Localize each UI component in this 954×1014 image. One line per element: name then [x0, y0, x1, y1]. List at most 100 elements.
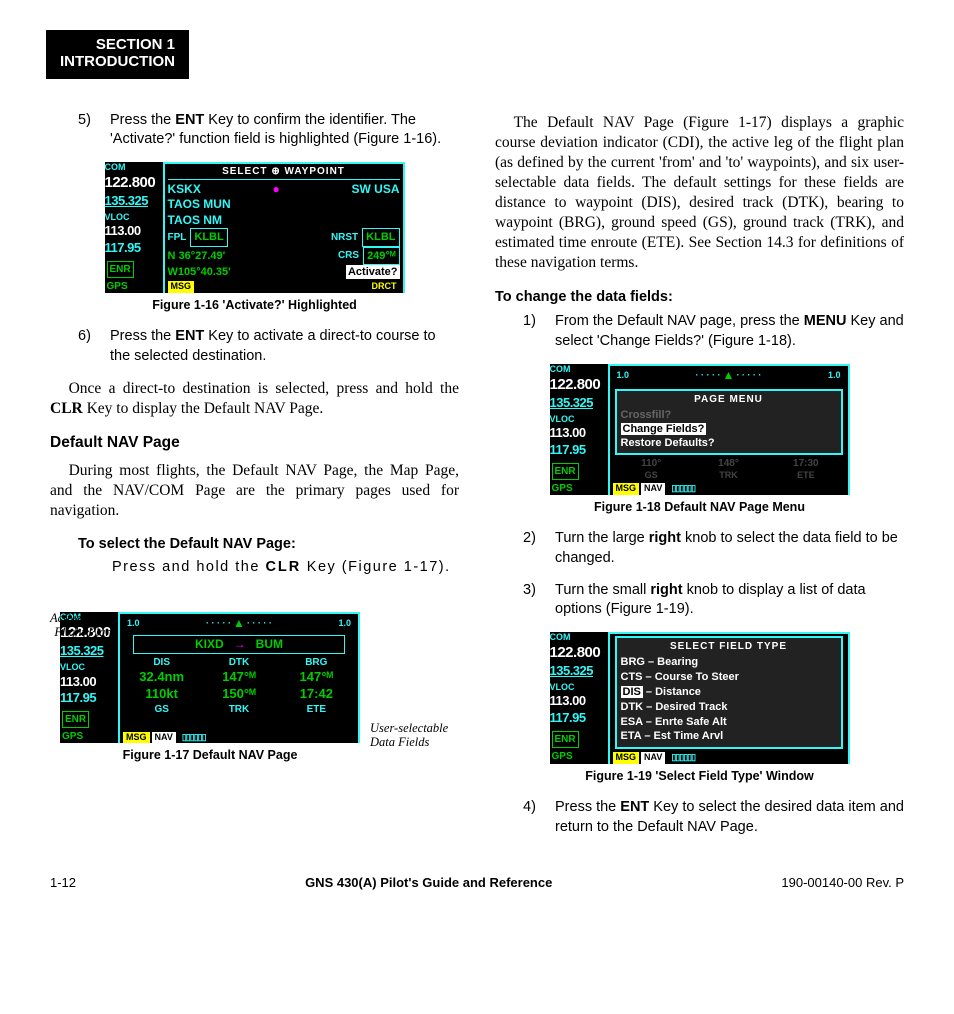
val-dtk: 147°ᴹ — [200, 669, 277, 686]
lat: N 36°27.49' — [168, 249, 226, 263]
gps-label: GPS — [550, 750, 608, 763]
select-field-window: SELECT FIELD TYPE BRG – Bearing CTS – Co… — [615, 636, 843, 750]
step-text: Turn the small right knob to display a l… — [555, 581, 904, 620]
com-active: 122.800 — [105, 173, 163, 193]
enr-badge: ENR — [552, 731, 579, 748]
ftr-gs: GS — [613, 470, 690, 482]
to-from-flag-icon: ▲ — [723, 368, 735, 384]
para-during-most-flights: During most flights, the Default NAV Pag… — [50, 461, 459, 521]
right-column: The Default NAV Page (Figure 1-17) displ… — [495, 105, 904, 850]
lon: W105°40.35' — [168, 265, 231, 279]
nav-page-indicator: NAV — [641, 483, 665, 495]
step-text: Press the ENT Key to select the desired … — [555, 798, 904, 837]
key: ENT — [620, 799, 649, 815]
from-wpt: KIXD — [195, 637, 224, 653]
ftr-ete: ETE — [767, 470, 844, 482]
figure-1-18-caption: Figure 1-18 Default NAV Page Menu — [495, 499, 904, 515]
nrst-val: KLBL — [362, 228, 399, 246]
gns-main: 1.0 · · · · ·▲· · · · · 1.0 PAGE MENU Cr… — [608, 364, 850, 496]
hdr-brg: BRG — [278, 656, 355, 669]
field-type-title: SELECT FIELD TYPE — [621, 640, 837, 654]
t: Press the — [555, 799, 620, 815]
t: Press the — [110, 112, 175, 128]
step-r3: 3) Turn the small right knob to display … — [523, 581, 904, 620]
scale-right: 1.0 — [828, 370, 841, 382]
menu-restore-defaults: Restore Defaults? — [621, 436, 837, 450]
wpt-region: SW USA — [352, 182, 400, 198]
step-num: 1) — [523, 312, 555, 351]
com-label: COM — [550, 632, 608, 644]
vloc-active: 113.00 — [105, 223, 163, 240]
field-dtk: DTK – Desired Track — [621, 700, 837, 715]
scale-right: 1.0 — [338, 618, 351, 630]
t: Once a direct-to destination is selected… — [69, 380, 459, 397]
figure-1-19: COM 122.800 135.325 VLOC 113.00 117.95 E… — [550, 632, 850, 764]
ftr-gs: GS — [123, 703, 200, 716]
vloc-active: 113.00 — [550, 693, 608, 710]
vloc-standby: 117.95 — [550, 710, 608, 727]
page-menu-title: PAGE MENU — [621, 393, 837, 406]
heading-default-nav-page: Default NAV Page — [50, 433, 459, 453]
nav-page-indicator: NAV — [641, 752, 665, 764]
t: Key to display the Default NAV Page. — [83, 400, 324, 417]
val-ete: 17:42 — [278, 686, 355, 703]
cdi-scale: 1.0 · · · · ·▲· · · · · 1.0 — [613, 369, 845, 383]
wpt-name: TAOS MUN — [168, 197, 400, 213]
com-standby: 135.325 — [550, 395, 608, 412]
gps-label: GPS — [550, 482, 608, 495]
vloc-label: VLOC — [60, 662, 118, 674]
com-label: COM — [550, 364, 608, 376]
key: CLR — [265, 559, 301, 575]
t: Turn the small — [555, 582, 650, 598]
activate-highlight: Activate? — [346, 265, 400, 279]
t: From the Default NAV page, press the — [555, 313, 804, 329]
left-column: 5) Press the ENT Key to confirm the iden… — [50, 105, 459, 850]
t: Key (Figure 1-17). — [301, 559, 450, 575]
step-num: 3) — [523, 581, 555, 620]
page-boxes: ▯▯▯▯▯▯ — [668, 483, 698, 495]
doc-rev: 190-00140-00 Rev. P — [781, 875, 904, 892]
step-text: Turn the large right knob to select the … — [555, 529, 904, 568]
menu-crossfill: Crossfill? — [621, 408, 837, 422]
key: ENT — [175, 112, 204, 128]
vloc-label: VLOC — [105, 212, 163, 224]
vloc-standby: 117.95 — [550, 442, 608, 459]
step-text: From the Default NAV page, press the MEN… — [555, 312, 904, 351]
gps-label: GPS — [105, 280, 163, 293]
gns-leftbar: COM 122.800 135.325 VLOC 113.00 117.95 E… — [550, 364, 608, 496]
page-number: 1-12 — [50, 875, 76, 892]
step-num: 5) — [78, 111, 110, 150]
figure-1-17-caption: Figure 1-17 Default NAV Page — [60, 747, 360, 763]
gns-leftbar: COM 122.800 135.325 VLOC 113.00 117.95 E… — [105, 162, 163, 294]
to-from-flag-icon: ▲ — [233, 616, 245, 632]
ftr-trk: TRK — [690, 470, 767, 482]
page-menu: PAGE MENU Crossfill? Change Fields? Rest… — [615, 389, 843, 456]
step-r4: 4) Press the ENT Key to select the desir… — [523, 798, 904, 837]
t: Turn the large — [555, 530, 649, 546]
com-active: 122.800 — [550, 375, 608, 395]
com-standby: 135.325 — [105, 193, 163, 210]
ftr-trk: TRK — [200, 703, 277, 716]
key: right — [649, 530, 681, 546]
gns-leftbar: COM 122.800 135.325 VLOC 113.00 117.95 E… — [550, 632, 608, 764]
msg-annunciator: MSG — [613, 752, 640, 764]
page-footer: 1-12 GNS 430(A) Pilot's Guide and Refere… — [50, 875, 904, 892]
crs-label: CRS — [338, 249, 359, 262]
section-header: SECTION 1 INTRODUCTION — [46, 30, 189, 79]
com-label: COM — [105, 162, 163, 174]
nrst-label: NRST — [331, 231, 358, 244]
title-select-waypoint: SELECT ⊕ WAYPOINT — [168, 165, 400, 180]
gns-main: SELECT FIELD TYPE BRG – Bearing CTS – Co… — [608, 632, 850, 764]
proc-change-data-fields: To change the data fields: — [495, 288, 904, 307]
section-header-line1: SECTION 1 — [60, 36, 175, 53]
val-gs: 110kt — [123, 686, 200, 703]
key: ENT — [175, 328, 204, 344]
proc-body: Press and hold the CLR Key (Figure 1-17)… — [112, 558, 459, 578]
wpt-id: KSKX — [168, 182, 201, 198]
vloc-standby: 117.95 — [60, 690, 118, 707]
hdr-dis: DIS — [123, 656, 200, 669]
step-text: Press the ENT Key to confirm the identif… — [110, 111, 459, 150]
msg-annunciator: MSG — [613, 483, 640, 495]
vloc-active: 113.00 — [550, 425, 608, 442]
key: right — [650, 582, 682, 598]
